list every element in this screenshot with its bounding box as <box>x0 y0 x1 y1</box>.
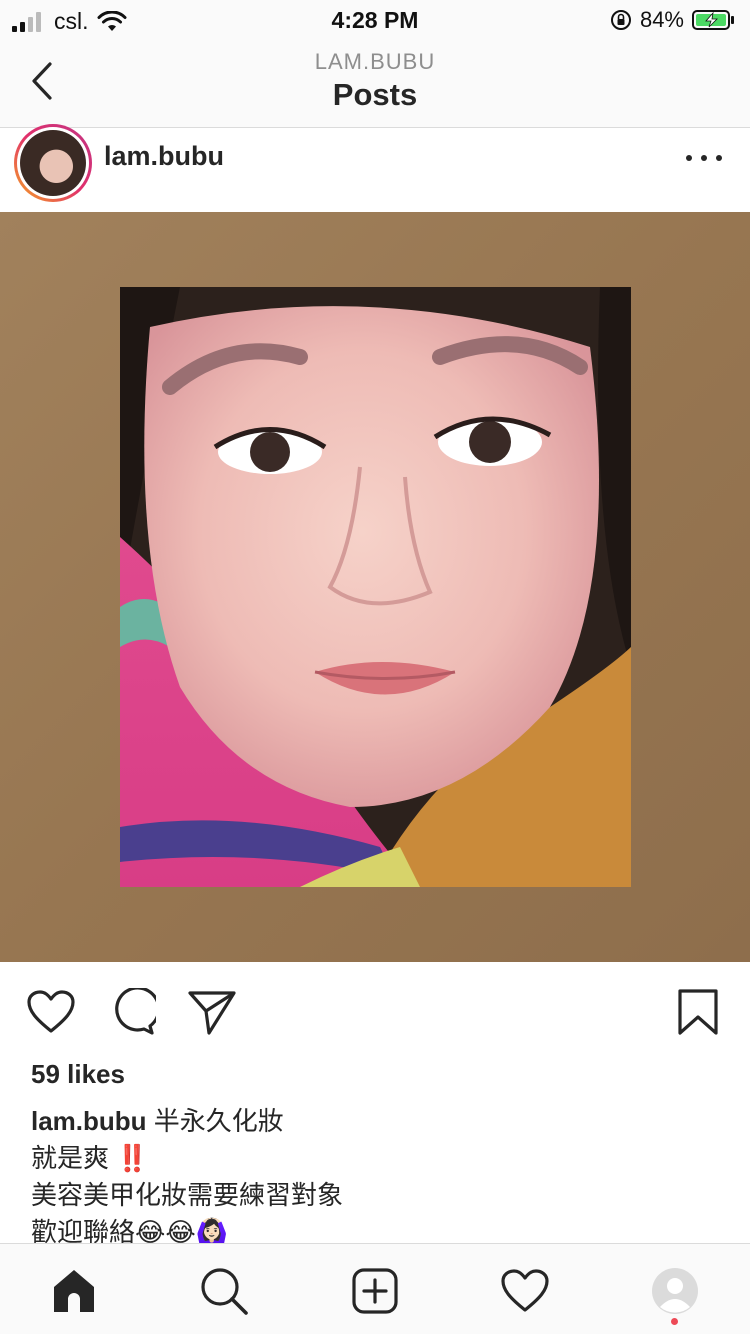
status-bar: csl. 4:28 PM 84% <box>0 0 750 40</box>
like-button[interactable] <box>25 986 77 1038</box>
caption-line: lam.bubu 半永久化妝 <box>31 1103 721 1140</box>
tab-create[interactable] <box>348 1264 402 1318</box>
double-exclamation-emoji: ‼️ <box>116 1143 149 1173</box>
more-options-icon[interactable] <box>686 148 722 168</box>
comment-icon <box>115 988 156 1035</box>
caption-text: 美容美甲化妝需要練習對象 <box>31 1180 344 1210</box>
caption-text: 就是爽 <box>31 1143 110 1173</box>
bookmark-icon <box>678 989 718 1035</box>
save-button[interactable] <box>672 986 724 1038</box>
caption-text: 半永久化妝 <box>153 1106 284 1136</box>
profile-avatar-icon <box>652 1268 698 1314</box>
share-button[interactable] <box>186 986 238 1038</box>
story-ring[interactable] <box>14 124 92 202</box>
post-caption: lam.bubu 半永久化妝 就是爽 ‼️ 美容美甲化妝需要練習對象 歡迎聯絡😂… <box>31 1103 721 1251</box>
caption-line: 美容美甲化妝需要練習對象 <box>31 1177 721 1214</box>
face-illustration <box>120 287 631 887</box>
heart-icon <box>501 1269 549 1312</box>
comment-button[interactable] <box>106 986 158 1038</box>
caption-username[interactable]: lam.bubu <box>31 1106 147 1136</box>
post-header: lam.bubu <box>0 124 750 212</box>
header-username: LAM.BUBU <box>314 49 436 74</box>
post-username[interactable]: lam.bubu <box>104 141 224 172</box>
tab-search[interactable] <box>197 1264 251 1318</box>
notification-dot <box>671 1318 678 1325</box>
selfie-photo <box>120 287 631 887</box>
avatar <box>20 130 86 196</box>
battery-percent: 84% <box>639 7 684 32</box>
tab-profile[interactable] <box>648 1264 702 1318</box>
post-image[interactable] <box>0 212 750 962</box>
home-icon <box>54 1270 94 1312</box>
page-title: Posts <box>332 77 418 112</box>
post-actions <box>0 962 750 1057</box>
navigation-header: LAM.BUBU Posts <box>0 40 750 128</box>
battery-charging-icon <box>692 10 734 30</box>
tab-activity[interactable] <box>498 1264 552 1318</box>
send-icon <box>188 991 236 1035</box>
search-icon <box>201 1268 248 1315</box>
add-post-icon <box>352 1268 398 1314</box>
status-right: 84% <box>610 7 736 33</box>
heart-icon <box>27 990 75 1033</box>
likes-count[interactable]: 59 likes <box>31 1059 125 1090</box>
bottom-tab-bar <box>0 1243 750 1334</box>
tab-home[interactable] <box>47 1264 101 1318</box>
orientation-lock-icon <box>610 10 631 30</box>
caption-line: 就是爽 ‼️ <box>31 1140 721 1177</box>
